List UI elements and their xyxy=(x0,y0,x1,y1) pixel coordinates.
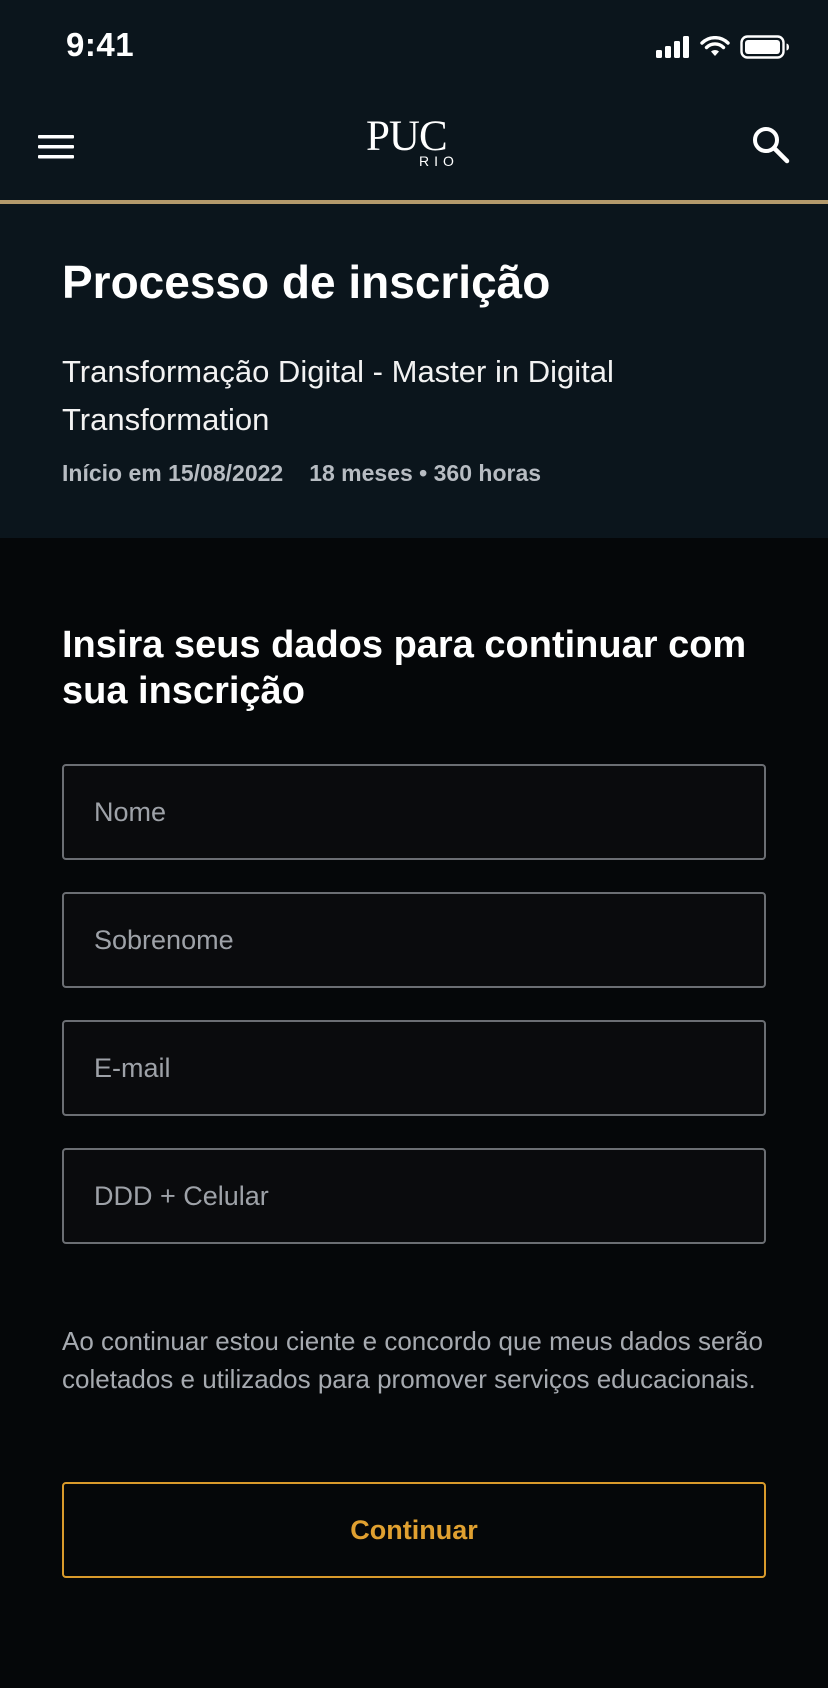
search-icon[interactable] xyxy=(751,125,791,165)
course-start-date: Início em 15/08/2022 xyxy=(62,460,284,486)
course-hero: Processo de inscrição Transformação Digi… xyxy=(0,204,828,538)
page-title: Processo de inscrição xyxy=(62,256,551,308)
course-meta: Início em 15/08/2022 18 meses • 360 horas xyxy=(62,460,541,487)
course-duration: 18 meses • 360 horas xyxy=(309,460,542,486)
form-heading: Insira seus dados para continuar com sua… xyxy=(62,624,747,712)
email-input[interactable] xyxy=(62,1020,766,1116)
course-name: Transformação Digital - Master in Digita… xyxy=(62,354,614,437)
phone-input[interactable] xyxy=(62,1148,766,1244)
wifi-icon xyxy=(700,36,730,56)
status-time: 9:41 xyxy=(66,26,135,63)
app-header: PUC RIO xyxy=(0,94,828,204)
first-name-input[interactable] xyxy=(62,764,766,860)
cellular-signal-icon xyxy=(656,36,689,58)
status-icons xyxy=(656,33,790,61)
registration-form: Insira seus dados para continuar com sua… xyxy=(62,622,766,1578)
hamburger-menu-icon[interactable] xyxy=(38,132,76,162)
continue-button[interactable]: Continuar xyxy=(62,1482,766,1578)
status-bar: 9:41 xyxy=(0,0,828,94)
puc-rio-logo[interactable]: PUC RIO xyxy=(366,112,466,172)
consent-text: Ao continuar estou ciente e concordo que… xyxy=(62,1326,764,1394)
logo-sub-text: RIO xyxy=(419,153,459,169)
last-name-input[interactable] xyxy=(62,892,766,988)
battery-icon xyxy=(740,35,789,59)
